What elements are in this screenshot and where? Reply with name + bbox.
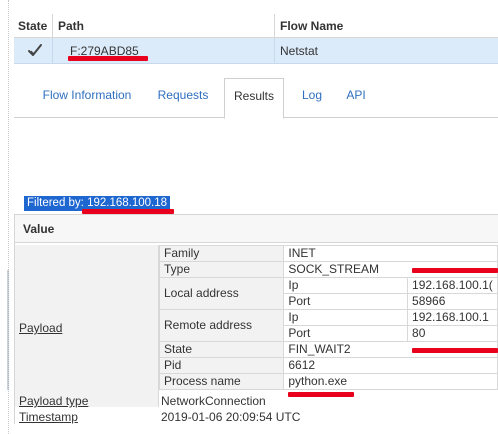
column-header-flow-name[interactable]: Flow Name [280,19,343,33]
type-label: Type [158,261,285,278]
table-row: Family INET [158,245,498,262]
process-name-value: python.exe [283,373,498,390]
splitter-handle[interactable] [6,270,10,390]
local-ip-label: Ip [283,277,409,294]
value-column-header[interactable]: Value [15,215,498,243]
local-port-label: Port [283,293,409,310]
local-port-value: 58966 [407,293,498,310]
table-row: Local address Ip 192.168.100.1( [158,277,498,310]
remote-port-label: Port [283,325,409,342]
redaction-mark [412,268,498,273]
redaction-mark [412,348,498,353]
column-divider [274,38,275,64]
process-name-label: Process name [158,373,285,390]
value-panel: Value Payload Family INET Type SOCK_STRE… [14,214,498,424]
tab-log[interactable]: Log [294,78,330,118]
flow-tabs: Flow Information Requests Results Log AP… [14,78,498,119]
payload-label[interactable]: Payload [19,321,62,335]
payload-table: Family INET Type SOCK_STREAM Local addre… [158,245,498,390]
results-view: State Path Flow Name F:279ABD85 Netstat … [0,0,498,434]
column-divider[interactable] [274,14,275,38]
payload-type-label[interactable]: Payload type [19,394,88,408]
remote-port-value: 80 [407,325,498,342]
pid-label: Pid [158,357,285,374]
column-header-state[interactable]: State [18,19,47,33]
column-divider[interactable] [52,14,53,38]
flow-grid-header: State Path Flow Name [14,14,498,38]
remote-ip-label: Ip [283,309,409,326]
payload-cell: Payload [15,245,159,407]
tab-results[interactable]: Results [224,78,284,119]
redaction-mark [68,56,148,61]
family-label: Family [158,245,285,262]
table-row: Pid 6612 [158,357,498,374]
table-row: Remote address Ip 192.168.100.1 [158,309,498,342]
tab-requests[interactable]: Requests [148,78,218,118]
payload-type-value: NetworkConnection [161,394,266,408]
check-icon [28,44,42,56]
timestamp-label[interactable]: Timestamp [19,410,78,424]
timestamp-value: 2019-01-06 20:09:54 UTC [161,410,301,424]
local-ip-value: 192.168.100.1( [407,277,498,294]
tab-flow-information[interactable]: Flow Information [38,78,136,118]
family-value: INET [283,245,498,262]
redaction-mark [288,392,354,397]
local-address-label: Local address [158,277,285,310]
tab-api[interactable]: API [340,78,372,118]
flow-name[interactable]: Netstat [280,44,318,58]
remote-address-label: Remote address [158,309,285,342]
remote-ip-value: 192.168.100.1 [407,309,498,326]
pid-value: 6612 [283,357,498,374]
column-divider [52,38,53,64]
state-label: State [158,341,285,358]
table-row: Process name python.exe [158,373,498,390]
column-header-path[interactable]: Path [58,19,84,33]
